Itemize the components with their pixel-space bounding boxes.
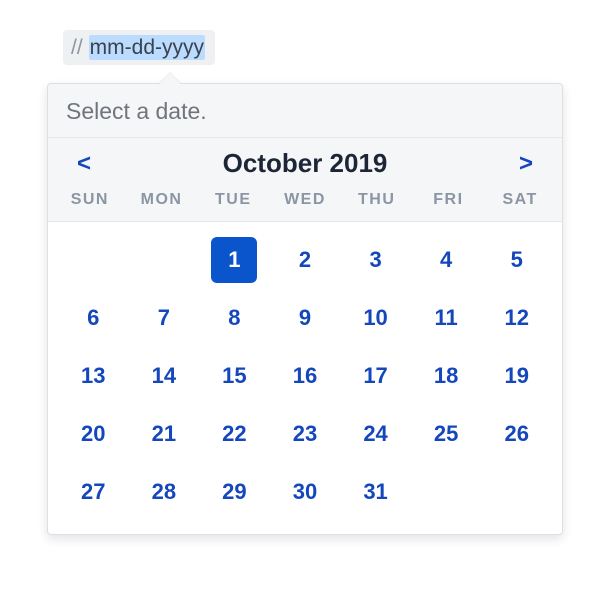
day-cell[interactable]: 14: [129, 352, 200, 400]
day-cell[interactable]: 15: [199, 352, 270, 400]
weekday-header: MON: [126, 191, 198, 209]
day-cell[interactable]: 24: [340, 410, 411, 458]
weekday-header: TUE: [197, 191, 269, 209]
day-cell-empty: [58, 236, 129, 284]
date-input-placeholder: mm-dd-yyyy: [89, 35, 205, 60]
weekday-header: THU: [341, 191, 413, 209]
day-cell[interactable]: 23: [270, 410, 341, 458]
calendar: < October 2019 > SUNMONTUEWEDTHUFRISAT 1…: [48, 137, 562, 534]
day-cell[interactable]: 27: [58, 468, 129, 516]
day-cell[interactable]: 8: [199, 294, 270, 342]
day-cell-empty: [129, 236, 200, 284]
day-cell[interactable]: 22: [199, 410, 270, 458]
day-cell[interactable]: 25: [411, 410, 482, 458]
day-cell[interactable]: 21: [129, 410, 200, 458]
day-cell[interactable]: 29: [199, 468, 270, 516]
date-picker-popover: Select a date. < October 2019 > SUNMONTU…: [47, 83, 563, 535]
weekday-header: WED: [269, 191, 341, 209]
day-cell[interactable]: 7: [129, 294, 200, 342]
day-cell[interactable]: 5: [481, 236, 552, 284]
day-cell[interactable]: 11: [411, 294, 482, 342]
day-cell[interactable]: 10: [340, 294, 411, 342]
day-cell[interactable]: 17: [340, 352, 411, 400]
weekday-header: SUN: [54, 191, 126, 209]
day-cell[interactable]: 12: [481, 294, 552, 342]
weekday-header: SAT: [484, 191, 556, 209]
day-cell[interactable]: 3: [340, 236, 411, 284]
day-cell[interactable]: 31: [340, 468, 411, 516]
day-cell[interactable]: 9: [270, 294, 341, 342]
popover-title: Select a date.: [48, 84, 562, 137]
next-month-button[interactable]: >: [504, 150, 548, 178]
day-cell[interactable]: 28: [129, 468, 200, 516]
date-input-slashes: //: [71, 35, 83, 60]
day-cell[interactable]: 6: [58, 294, 129, 342]
day-cell[interactable]: 16: [270, 352, 341, 400]
date-input[interactable]: // mm-dd-yyyy: [63, 30, 215, 65]
day-cell[interactable]: 26: [481, 410, 552, 458]
day-cell[interactable]: 20: [58, 410, 129, 458]
day-cell[interactable]: 13: [58, 352, 129, 400]
weekday-header-row: SUNMONTUEWEDTHUFRISAT: [48, 185, 562, 222]
prev-month-button[interactable]: <: [62, 150, 106, 178]
day-cell[interactable]: 19: [481, 352, 552, 400]
weekday-header: FRI: [413, 191, 485, 209]
popover-arrow: [158, 73, 182, 85]
days-grid: 1234567891011121314151617181920212223242…: [48, 222, 562, 534]
day-cell[interactable]: 1: [199, 236, 270, 284]
day-cell[interactable]: 4: [411, 236, 482, 284]
day-cell[interactable]: 18: [411, 352, 482, 400]
day-cell[interactable]: 30: [270, 468, 341, 516]
day-cell[interactable]: 2: [270, 236, 341, 284]
month-title: October 2019: [106, 148, 504, 179]
